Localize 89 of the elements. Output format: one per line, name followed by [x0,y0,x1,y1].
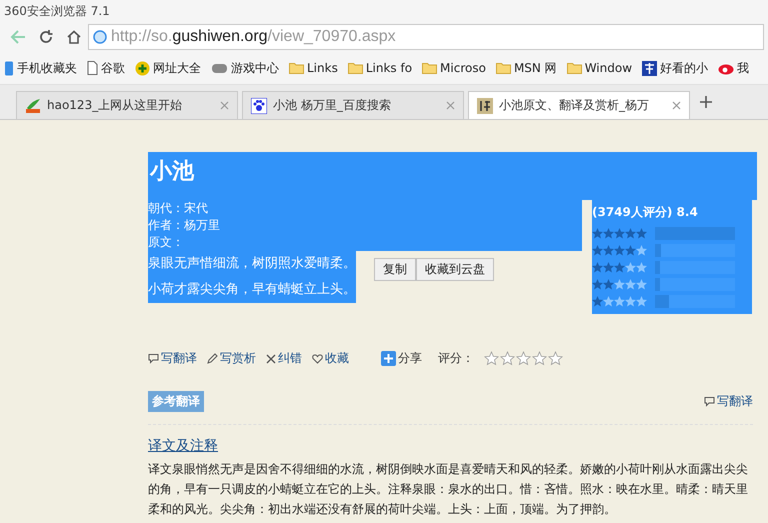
bookmark-item[interactable]: MSN 网 [496,60,557,76]
folder-icon [422,62,438,74]
star-icon [636,262,647,273]
star-icon [603,262,614,273]
bookmark-item[interactable]: 游戏中心 [211,60,279,76]
browser-tab[interactable]: 小池 杨万里_百度搜索 [242,91,464,119]
back-arrow-icon [10,30,26,44]
pencil-icon [207,353,218,364]
original-label: 原文： [148,234,184,251]
heart-icon [312,354,323,364]
browser-tab[interactable]: 小池原文、翻译及赏析_杨万 [468,91,690,119]
browser-tab[interactable]: hao123_上网从这里开始 [16,91,238,119]
address-field[interactable]: http://so.gushiwen.org/view_70970.aspx [88,24,764,50]
action-link[interactable]: 收藏 [312,350,349,367]
star-icon [625,279,636,290]
eye-logo-icon [718,62,734,74]
star-icon [625,245,636,256]
write-translation-link[interactable]: 写翻译 [704,393,753,410]
book-icon [642,60,658,76]
star-icon [592,296,603,307]
star-icon [614,296,625,307]
star-icon [603,279,614,290]
home-icon [66,30,82,44]
window-title: 360安全浏览器 7.1 [4,2,110,20]
bookmark-item[interactable]: 网址大全 [135,60,201,76]
rating-summary: (3749人评分) 8.4 [592,204,699,221]
star-icon [603,245,614,256]
star-icon [516,351,531,366]
star-icon [625,296,636,307]
bookmark-item[interactable]: Links [289,61,338,75]
plus-square-icon [381,351,396,366]
star-icon [636,228,647,239]
dynasty-text: 朝代：宋代 [148,200,208,217]
star-icon [592,245,603,256]
action-link[interactable]: 纠错 [266,350,302,367]
bookmark-item[interactable]: 我 [718,60,750,76]
folder-icon [348,62,363,74]
folder-icon [566,62,582,74]
star-icon [625,228,636,239]
calligraphy-icon [477,98,493,114]
speech-bubble-icon [704,396,715,407]
star-icon [548,351,563,366]
bookmark-item[interactable]: 谷歌 [87,60,125,76]
star-icon [636,245,647,256]
bookmark-item[interactable]: 手机收藏夹 [4,60,77,76]
action-link[interactable]: 写赏析 [207,350,256,367]
cross-icon [266,354,276,364]
star-icon [614,245,625,256]
bookmark-item[interactable]: Links fo [348,61,412,75]
close-icon[interactable] [672,101,681,110]
star-icon [614,262,625,273]
plus-circle-icon [135,60,150,76]
refresh-icon [39,30,53,44]
section-badge: 参考翻译 [148,391,204,412]
context-menu-item[interactable]: 收藏到云盘 [416,258,494,281]
star-icon [614,228,625,239]
star-icon [625,262,636,273]
star-icon [636,279,647,290]
bookmark-item[interactable]: Window [566,61,632,75]
action-link[interactable]: 写翻译 [148,350,197,367]
star-icon [614,279,625,290]
score-label: 评分： [438,350,474,367]
star-icon [484,351,499,366]
folder-icon [496,62,511,74]
bookmark-item[interactable]: 好看的小 [642,60,708,76]
share-button[interactable]: 分享 [381,350,422,367]
author-text: 作者：杨万里 [148,217,220,234]
star-icon [532,351,547,366]
close-icon[interactable] [220,101,229,110]
paw-icon [251,98,267,114]
poem-title: 小池 [148,152,757,200]
section-heading-link[interactable]: 译文及注释 [148,437,218,455]
star-icon [592,228,603,239]
star-icon [592,262,603,273]
speech-bubble-icon [148,353,159,364]
plus-icon [700,96,712,108]
folder-icon [289,62,304,74]
leaf-logo-icon [25,98,41,114]
close-icon[interactable] [446,101,455,110]
star-icon [636,296,647,307]
star-icon [603,228,614,239]
page-icon [87,61,98,75]
translation-text: 译文泉眼悄然无声是因舍不得细细的水流，树阴倒映水面是喜爱晴天和风的轻柔。娇嫩的小荷叶刚从水面露出尖尖的角，早有一只调皮的小蜻蜓立在它的上头。注释泉眼：泉水的出口。惜：吝惜。照水：映在水里。晴柔：晴天里柔和的风光。尖尖角：初出水端还没有舒展的荷叶尖端。上头：上面，顶端。为了押韵。 [148,459,753,523]
star-icon [592,279,603,290]
bookmark-item[interactable]: Microso [422,61,486,75]
star-icon [500,351,515,366]
phone-icon [4,60,14,76]
star-icon [603,296,614,307]
context-menu-item[interactable]: 复制 [374,258,416,281]
